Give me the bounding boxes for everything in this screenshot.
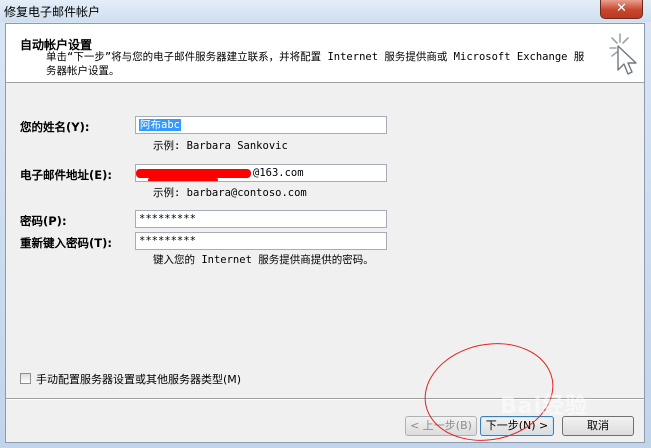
- email-redaction-mark: [136, 169, 251, 178]
- manual-config-checkbox[interactable]: [20, 373, 31, 384]
- wizard-cursor-sparkle-icon: [609, 33, 637, 75]
- password-input[interactable]: *********: [135, 210, 387, 228]
- page-description: 单击“下一步”将与您的电子邮件服务器建立联系，并将配置 Internet 服务提…: [46, 51, 585, 77]
- email-redaction-mark-tail: [148, 178, 218, 181]
- next-button[interactable]: 下一步(N) >: [480, 416, 554, 436]
- password-confirm-label: 重新键入密码(T):: [20, 236, 112, 250]
- email-example-hint: 示例: barbara@contoso.com: [153, 187, 307, 199]
- email-input[interactable]: @163.com: [135, 164, 387, 182]
- email-label: 电子邮件地址(E):: [20, 168, 112, 182]
- password-confirm-input[interactable]: *********: [135, 232, 387, 250]
- name-label: 您的姓名(Y):: [20, 120, 90, 134]
- title-bar[interactable]: 修复电子邮件帐户 ✕: [0, 0, 651, 22]
- name-input-value: 阿布abc: [139, 119, 181, 131]
- close-icon: ✕: [616, 1, 627, 16]
- window-title: 修复电子邮件帐户: [4, 5, 101, 19]
- close-button[interactable]: ✕: [600, 0, 643, 19]
- wizard-header: 自动帐户设置 单击“下一步”将与您的电子邮件服务器建立联系，并将配置 Inter…: [6, 24, 644, 83]
- cancel-button[interactable]: 取消: [562, 416, 634, 436]
- footer-divider: [6, 398, 644, 400]
- password-confirm-input-value: *********: [139, 235, 196, 247]
- manual-config-label[interactable]: 手动配置服务器设置或其他服务器类型(M): [36, 371, 241, 387]
- password-label: 密码(P):: [20, 214, 67, 228]
- password-input-value: *********: [139, 213, 196, 225]
- repair-email-account-window: 修复电子邮件帐户 ✕ 自动帐户设置 单击“下一步”将与您的电子邮件服务器建立联系…: [0, 0, 651, 448]
- name-input[interactable]: 阿布abc: [135, 116, 387, 134]
- back-button[interactable]: < 上一步(B): [405, 416, 477, 436]
- email-input-value: @163.com: [253, 167, 304, 179]
- dialog-content: 自动帐户设置 单击“下一步”将与您的电子邮件服务器建立联系，并将配置 Inter…: [5, 23, 645, 443]
- password-hint: 键入您的 Internet 服务提供商提供的密码。: [153, 254, 374, 266]
- name-example-hint: 示例: Barbara Sankovic: [153, 140, 288, 152]
